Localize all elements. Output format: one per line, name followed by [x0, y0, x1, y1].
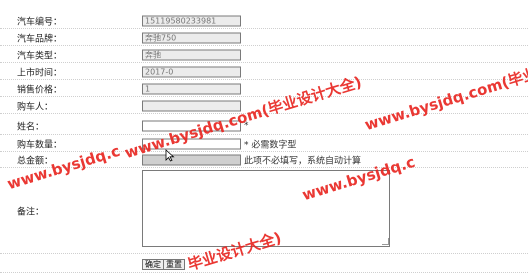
- total-field[interactable]: [142, 154, 241, 166]
- row-remark: 备注：: [0, 168, 528, 254]
- confirm-button[interactable]: 确定: [142, 259, 164, 270]
- row-brand: 汽车品牌：: [0, 29, 528, 46]
- resize-grip-icon[interactable]: [382, 238, 389, 245]
- row-total: 总金额： 此项不必填写，系统自动计算: [0, 152, 528, 168]
- row-quantity: 购车数量： * 必需数字型: [0, 135, 528, 152]
- remark-label: 备注：: [17, 207, 45, 218]
- type-label: 汽车类型：: [17, 51, 63, 61]
- quantity-required-mark: *: [244, 140, 249, 150]
- name-label: 姓名：: [17, 122, 45, 133]
- row-name: 姓名： *: [0, 117, 528, 135]
- name-required-mark: *: [244, 121, 249, 131]
- total-label: 总金额：: [17, 156, 54, 167]
- type-field[interactable]: [142, 49, 241, 60]
- name-input[interactable]: [142, 120, 241, 132]
- row-car-id: 汽车编号：: [0, 12, 528, 29]
- quantity-input[interactable]: [142, 138, 241, 149]
- brand-field[interactable]: [142, 32, 241, 43]
- row-type: 汽车类型：: [0, 46, 528, 63]
- price-label: 销售价格：: [17, 85, 63, 95]
- car-id-label: 汽车编号：: [17, 17, 63, 27]
- row-actions: 确定 重置: [0, 256, 528, 273]
- buyer-field[interactable]: [142, 100, 241, 111]
- quantity-hint: * 必需数字型: [244, 137, 296, 150]
- row-price: 销售价格：: [0, 80, 528, 97]
- buyer-label: 购车人：: [17, 102, 54, 112]
- launch-label: 上市时间：: [17, 68, 63, 78]
- quantity-label: 购车数量：: [17, 140, 63, 150]
- mouse-cursor-icon: [165, 149, 175, 162]
- quantity-hint-text: 必需数字型: [251, 140, 297, 150]
- remark-textarea[interactable]: [142, 170, 390, 247]
- car-id-field[interactable]: [142, 15, 241, 26]
- brand-label: 汽车品牌：: [17, 34, 63, 44]
- launch-field[interactable]: [142, 66, 241, 77]
- reset-button[interactable]: 重置: [163, 259, 185, 270]
- price-field[interactable]: [142, 83, 241, 94]
- row-launch: 上市时间：: [0, 63, 528, 80]
- total-hint: 此项不必填写，系统自动计算: [244, 156, 362, 167]
- row-buyer: 购车人：: [0, 97, 528, 114]
